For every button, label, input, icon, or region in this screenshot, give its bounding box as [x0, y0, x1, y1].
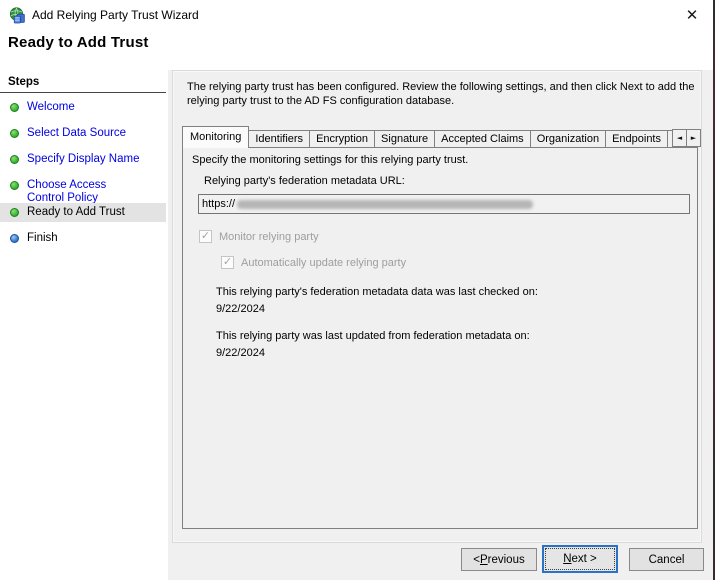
- step-done-icon: [10, 129, 19, 138]
- monitoring-tab-page: Specify the monitoring settings for this…: [182, 147, 698, 529]
- federation-metadata-url-input[interactable]: https://: [198, 194, 690, 214]
- checkbox-checked-icon: ✓: [199, 230, 212, 243]
- step-label: Specify Display Name: [27, 153, 140, 165]
- step-pending-icon: [10, 234, 19, 243]
- steps-divider: [0, 92, 166, 93]
- auto-update-relying-party-checkbox[interactable]: ✓ Automatically update relying party: [221, 256, 406, 269]
- step-label: Ready to Add Trust: [27, 206, 125, 218]
- last-updated-date: 9/22/2024: [216, 347, 265, 359]
- sidebar-item-finish[interactable]: Finish: [0, 229, 166, 248]
- checkbox-label: Automatically update relying party: [241, 256, 407, 269]
- last-checked-date: 9/22/2024: [216, 303, 265, 315]
- tab-encryption[interactable]: Encryption: [309, 130, 376, 148]
- close-icon[interactable]: ✕: [679, 2, 705, 28]
- redacted-url-blur: [237, 199, 534, 209]
- sidebar-item-specify-display-name[interactable]: Specify Display Name: [0, 150, 166, 169]
- panel-description: The relying party trust has been configu…: [187, 81, 695, 107]
- step-label: Finish: [27, 232, 58, 244]
- previous-button[interactable]: < Previous: [461, 548, 537, 571]
- steps-header: Steps: [8, 76, 40, 88]
- step-label: Choose Access Control Policy: [27, 179, 107, 204]
- previous-label-rest: revious: [487, 553, 525, 566]
- steps-sidebar: Steps Welcome Select Data Source Specify…: [0, 70, 168, 580]
- tab-scroll-left-icon[interactable]: ◄: [672, 129, 687, 147]
- step-done-icon: [10, 208, 19, 217]
- tab-strip: Monitoring Identifiers Encryption Signat…: [182, 126, 673, 148]
- last-checked-label: This relying party's federation metadata…: [216, 286, 538, 298]
- step-done-icon: [10, 103, 19, 112]
- previous-label-accel: P: [479, 553, 488, 566]
- last-updated-label: This relying party was last updated from…: [216, 330, 530, 342]
- sidebar-item-select-data-source[interactable]: Select Data Source: [0, 124, 166, 143]
- window-title: Add Relying Party Trust Wizard: [32, 8, 199, 22]
- tab-monitoring[interactable]: Monitoring: [182, 126, 250, 148]
- checkbox-label: Monitor relying party: [219, 230, 319, 243]
- titlebar: Add Relying Party Trust Wizard ✕: [0, 0, 713, 30]
- monitoring-instruction: Specify the monitoring settings for this…: [192, 154, 469, 166]
- cancel-label: Cancel: [648, 553, 685, 566]
- focus-ring: Next >: [545, 548, 615, 570]
- url-scheme-text: https://: [202, 198, 236, 210]
- step-label: Welcome: [27, 101, 75, 113]
- checkbox-checked-icon: ✓: [221, 256, 234, 269]
- monitor-relying-party-checkbox[interactable]: ✓ Monitor relying party: [199, 230, 319, 243]
- tab-signature[interactable]: Signature: [374, 130, 436, 148]
- next-button[interactable]: Next >: [542, 545, 618, 573]
- step-label: Select Data Source: [27, 127, 127, 139]
- next-label-rest: ext >: [571, 553, 597, 565]
- tab-identifiers[interactable]: Identifiers: [248, 130, 311, 148]
- sidebar-item-welcome[interactable]: Welcome: [0, 98, 166, 117]
- federation-metadata-url-label: Relying party's federation metadata URL:: [204, 175, 405, 187]
- tab-organization[interactable]: Organization: [529, 130, 607, 148]
- tab-endpoints[interactable]: Endpoints: [605, 130, 668, 148]
- tab-scroller: ◄ ►: [672, 129, 701, 147]
- page-title: Ready to Add Trust: [8, 34, 149, 51]
- next-label-accel: N: [563, 553, 572, 565]
- tab-scroll-right-icon[interactable]: ►: [686, 129, 701, 147]
- previous-label-pre: <: [473, 553, 480, 566]
- step-done-icon: [10, 155, 19, 164]
- add-relying-party-trust-wizard-window: Add Relying Party Trust Wizard ✕ Ready t…: [0, 0, 715, 580]
- cancel-button[interactable]: Cancel: [629, 548, 704, 571]
- tab-accepted-claims[interactable]: Accepted Claims: [434, 130, 531, 148]
- adfs-wizard-icon: [9, 7, 25, 24]
- step-done-icon: [10, 181, 19, 190]
- sidebar-item-ready-to-add-trust[interactable]: Ready to Add Trust: [0, 203, 166, 222]
- main-panel: The relying party trust has been configu…: [172, 70, 702, 543]
